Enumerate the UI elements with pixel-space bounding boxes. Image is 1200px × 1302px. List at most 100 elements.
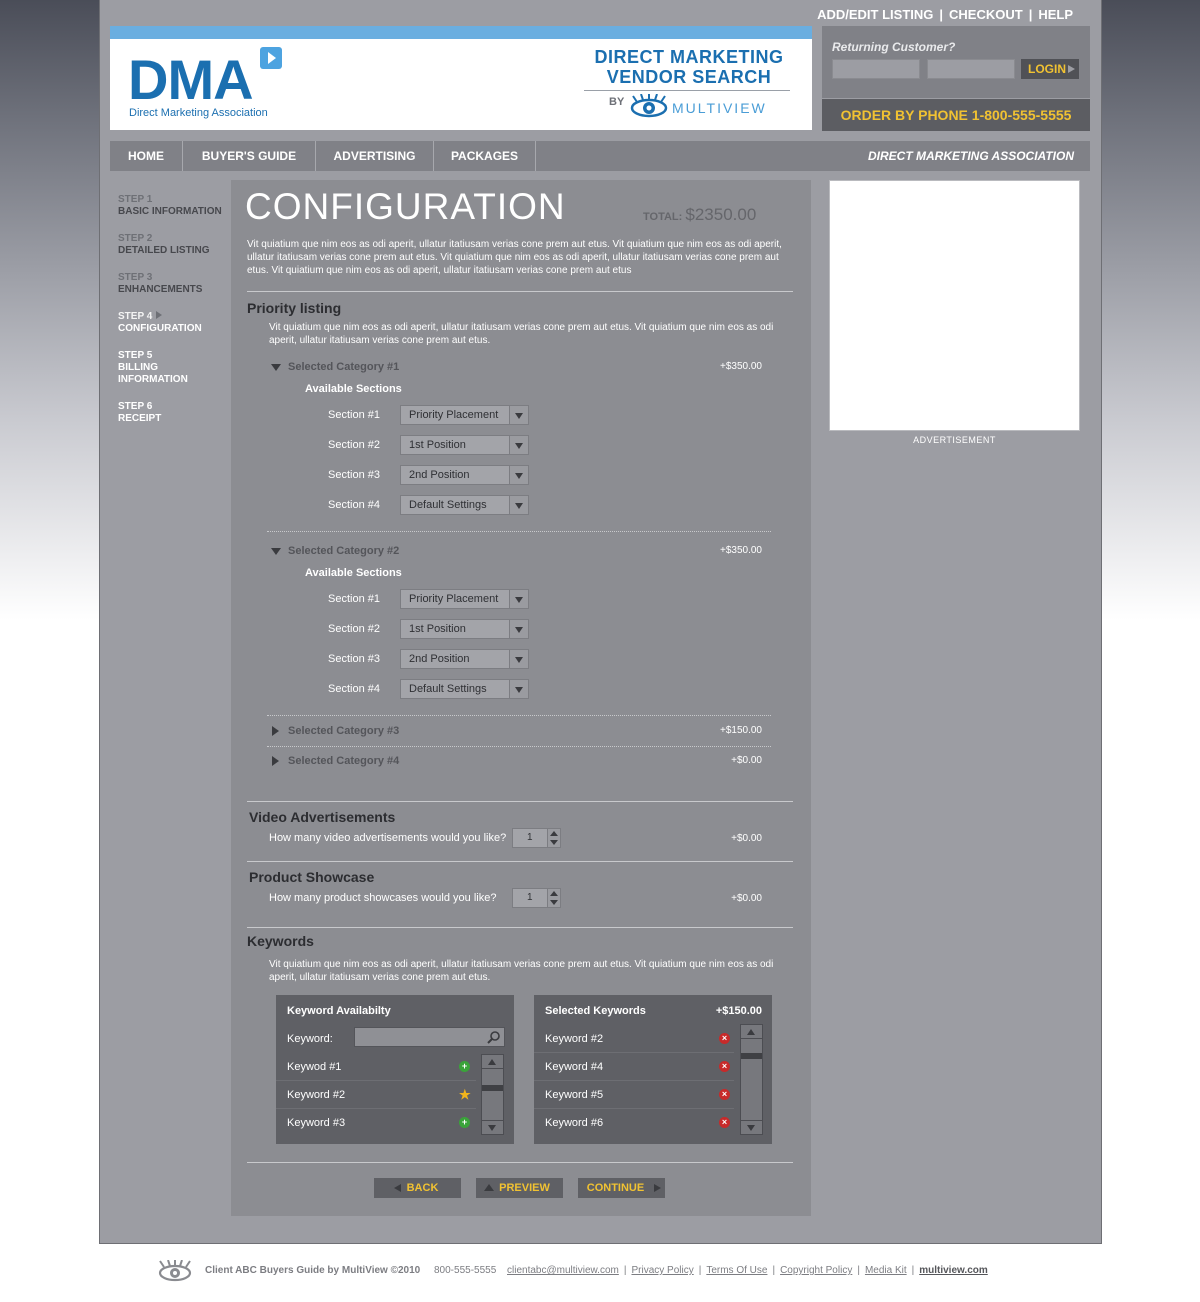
chevron-down-icon[interactable] [509,466,528,484]
chevron-down-icon[interactable] [509,620,528,638]
footer-phone: 800-555-5555 [434,1265,497,1276]
help-link[interactable]: HELP [1038,7,1073,22]
footer-multiview-link[interactable]: multiview.com [919,1265,988,1276]
selected-keywords-scrollbar[interactable] [740,1024,763,1135]
back-arrow-icon [394,1184,401,1192]
password-field[interactable] [927,59,1015,79]
section-select[interactable]: 2nd Position [400,465,529,485]
username-field[interactable] [832,59,920,79]
nav-item-buyers-guide[interactable]: BUYER'S GUIDE [183,141,315,171]
continue-button[interactable]: CONTINUE [578,1178,665,1198]
preview-button[interactable]: PREVIEW [476,1178,563,1198]
step-item-5[interactable]: STEP 5 BILLING INFORMATION [118,350,233,386]
scroll-up-icon[interactable] [741,1025,762,1039]
remove-icon[interactable]: × [719,1061,730,1072]
selected-keyword-item[interactable]: Keyword #6 × [534,1109,734,1137]
section-label: Section #3 [328,469,380,481]
increment-arrow-icon[interactable] [550,891,558,896]
add-edit-listing-link[interactable]: ADD/EDIT LISTING [817,7,933,22]
video-ads-stepper[interactable]: 1 [512,828,561,848]
footer-terms-link[interactable]: Terms Of Use [706,1265,767,1276]
category-label: Selected Category #1 [288,361,400,373]
configuration-panel: CONFIGURATION TOTAL: $2350.00 Vit quiati… [231,180,811,1216]
section-select[interactable]: 2nd Position [400,649,529,669]
step-item-2[interactable]: STEP 2 DETAILED LISTING [118,233,233,257]
stepper-arrows[interactable] [547,829,560,847]
priority-listing-title: Priority listing [247,300,342,316]
stepper-value: 1 [527,892,533,903]
section-select[interactable]: 1st Position [400,619,529,639]
category-row-4[interactable]: Selected Category #4 +$0.00 [269,755,762,769]
scroll-down-icon[interactable] [482,1120,503,1134]
scroll-thumb[interactable] [482,1085,503,1091]
dma-logo[interactable]: DMA [128,52,254,108]
selected-keyword-item[interactable]: Keyword #5 × [534,1081,734,1109]
select-value: 1st Position [409,623,466,635]
chevron-down-icon[interactable] [509,406,528,424]
remove-icon[interactable]: × [719,1089,730,1100]
back-button[interactable]: BACK [374,1178,461,1198]
scroll-up-icon[interactable] [482,1055,503,1069]
available-keyword-item[interactable]: Keywod #1 + [276,1053,476,1081]
scroll-down-icon[interactable] [741,1120,762,1134]
nav-item-advertising[interactable]: ADVERTISING [316,141,433,171]
add-icon[interactable]: + [459,1117,470,1128]
remove-icon[interactable]: × [719,1117,730,1128]
selected-keyword-item[interactable]: Keyword #4 × [534,1053,734,1081]
remove-icon[interactable]: × [719,1033,730,1044]
dotted-divider [267,715,771,716]
footer-copyright-link[interactable]: Copyright Policy [780,1265,852,1276]
search-icon[interactable] [487,1030,501,1044]
available-keyword-item[interactable]: Keyword #2 ★ [276,1081,476,1109]
keyword-search-input[interactable] [354,1027,505,1047]
intro-text: Vit quiatium que nim eos as odi aperit, … [247,239,782,276]
category-row-1[interactable]: Selected Category #1 +$350.00 [269,361,762,375]
step-item-1[interactable]: STEP 1 BASIC INFORMATION [118,194,233,218]
category-row-2[interactable]: Selected Category #2 +$350.00 [269,545,762,559]
by-label: BY [609,96,625,108]
decrement-arrow-icon[interactable] [550,900,558,905]
selected-keyword-item[interactable]: Keyword #2 × [534,1025,734,1053]
section-select[interactable]: Priority Placement [400,589,529,609]
available-sections-label: Available Sections [305,383,402,395]
chevron-down-icon[interactable] [509,650,528,668]
chevron-down-icon[interactable] [509,590,528,608]
scroll-thumb[interactable] [741,1053,762,1059]
advertisement-slot[interactable] [829,180,1080,431]
keyword-availability-scrollbar[interactable] [481,1054,504,1135]
footer-privacy-link[interactable]: Privacy Policy [631,1265,693,1276]
login-button-label: LOGIN [1028,62,1066,76]
keyword-label: Keyword #4 [545,1061,604,1073]
section-label: Section #4 [328,499,380,511]
login-button[interactable]: LOGIN [1021,59,1079,79]
nav-item-packages[interactable]: PACKAGES [434,141,535,171]
chevron-down-icon[interactable] [509,436,528,454]
select-value: 2nd Position [409,653,470,665]
footer-email-link[interactable]: clientabc@multiview.com [507,1265,619,1276]
section-select[interactable]: Default Settings [400,495,529,515]
product-showcase-stepper[interactable]: 1 [512,888,561,908]
stepper-arrows[interactable] [547,889,560,907]
footer-media-kit-link[interactable]: Media Kit [865,1265,907,1276]
increment-arrow-icon[interactable] [550,831,558,836]
section-select[interactable]: 1st Position [400,435,529,455]
step-item-4-current[interactable]: STEP 4 CONFIGURATION [118,311,233,335]
dma-play-icon [260,47,282,69]
add-icon[interactable]: + [459,1061,470,1072]
category-row-3[interactable]: Selected Category #3 +$150.00 [269,725,762,739]
chevron-down-icon[interactable] [509,680,528,698]
section-select[interactable]: Priority Placement [400,405,529,425]
step-number: STEP 6 [118,401,153,412]
section-select[interactable]: Default Settings [400,679,529,699]
expanded-triangle-icon [271,548,281,555]
step-item-3[interactable]: STEP 3 ENHANCEMENTS [118,272,233,296]
chevron-down-icon[interactable] [509,496,528,514]
category-label: Selected Category #2 [288,545,400,557]
step-item-6[interactable]: STEP 6 RECEIPT [118,401,233,425]
stepper-value: 1 [527,832,533,843]
nav-item-home[interactable]: HOME [110,141,182,171]
decrement-arrow-icon[interactable] [550,840,558,845]
step-number: STEP 2 [118,233,153,244]
checkout-link[interactable]: CHECKOUT [949,7,1023,22]
available-keyword-item[interactable]: Keyword #3 + [276,1109,476,1137]
